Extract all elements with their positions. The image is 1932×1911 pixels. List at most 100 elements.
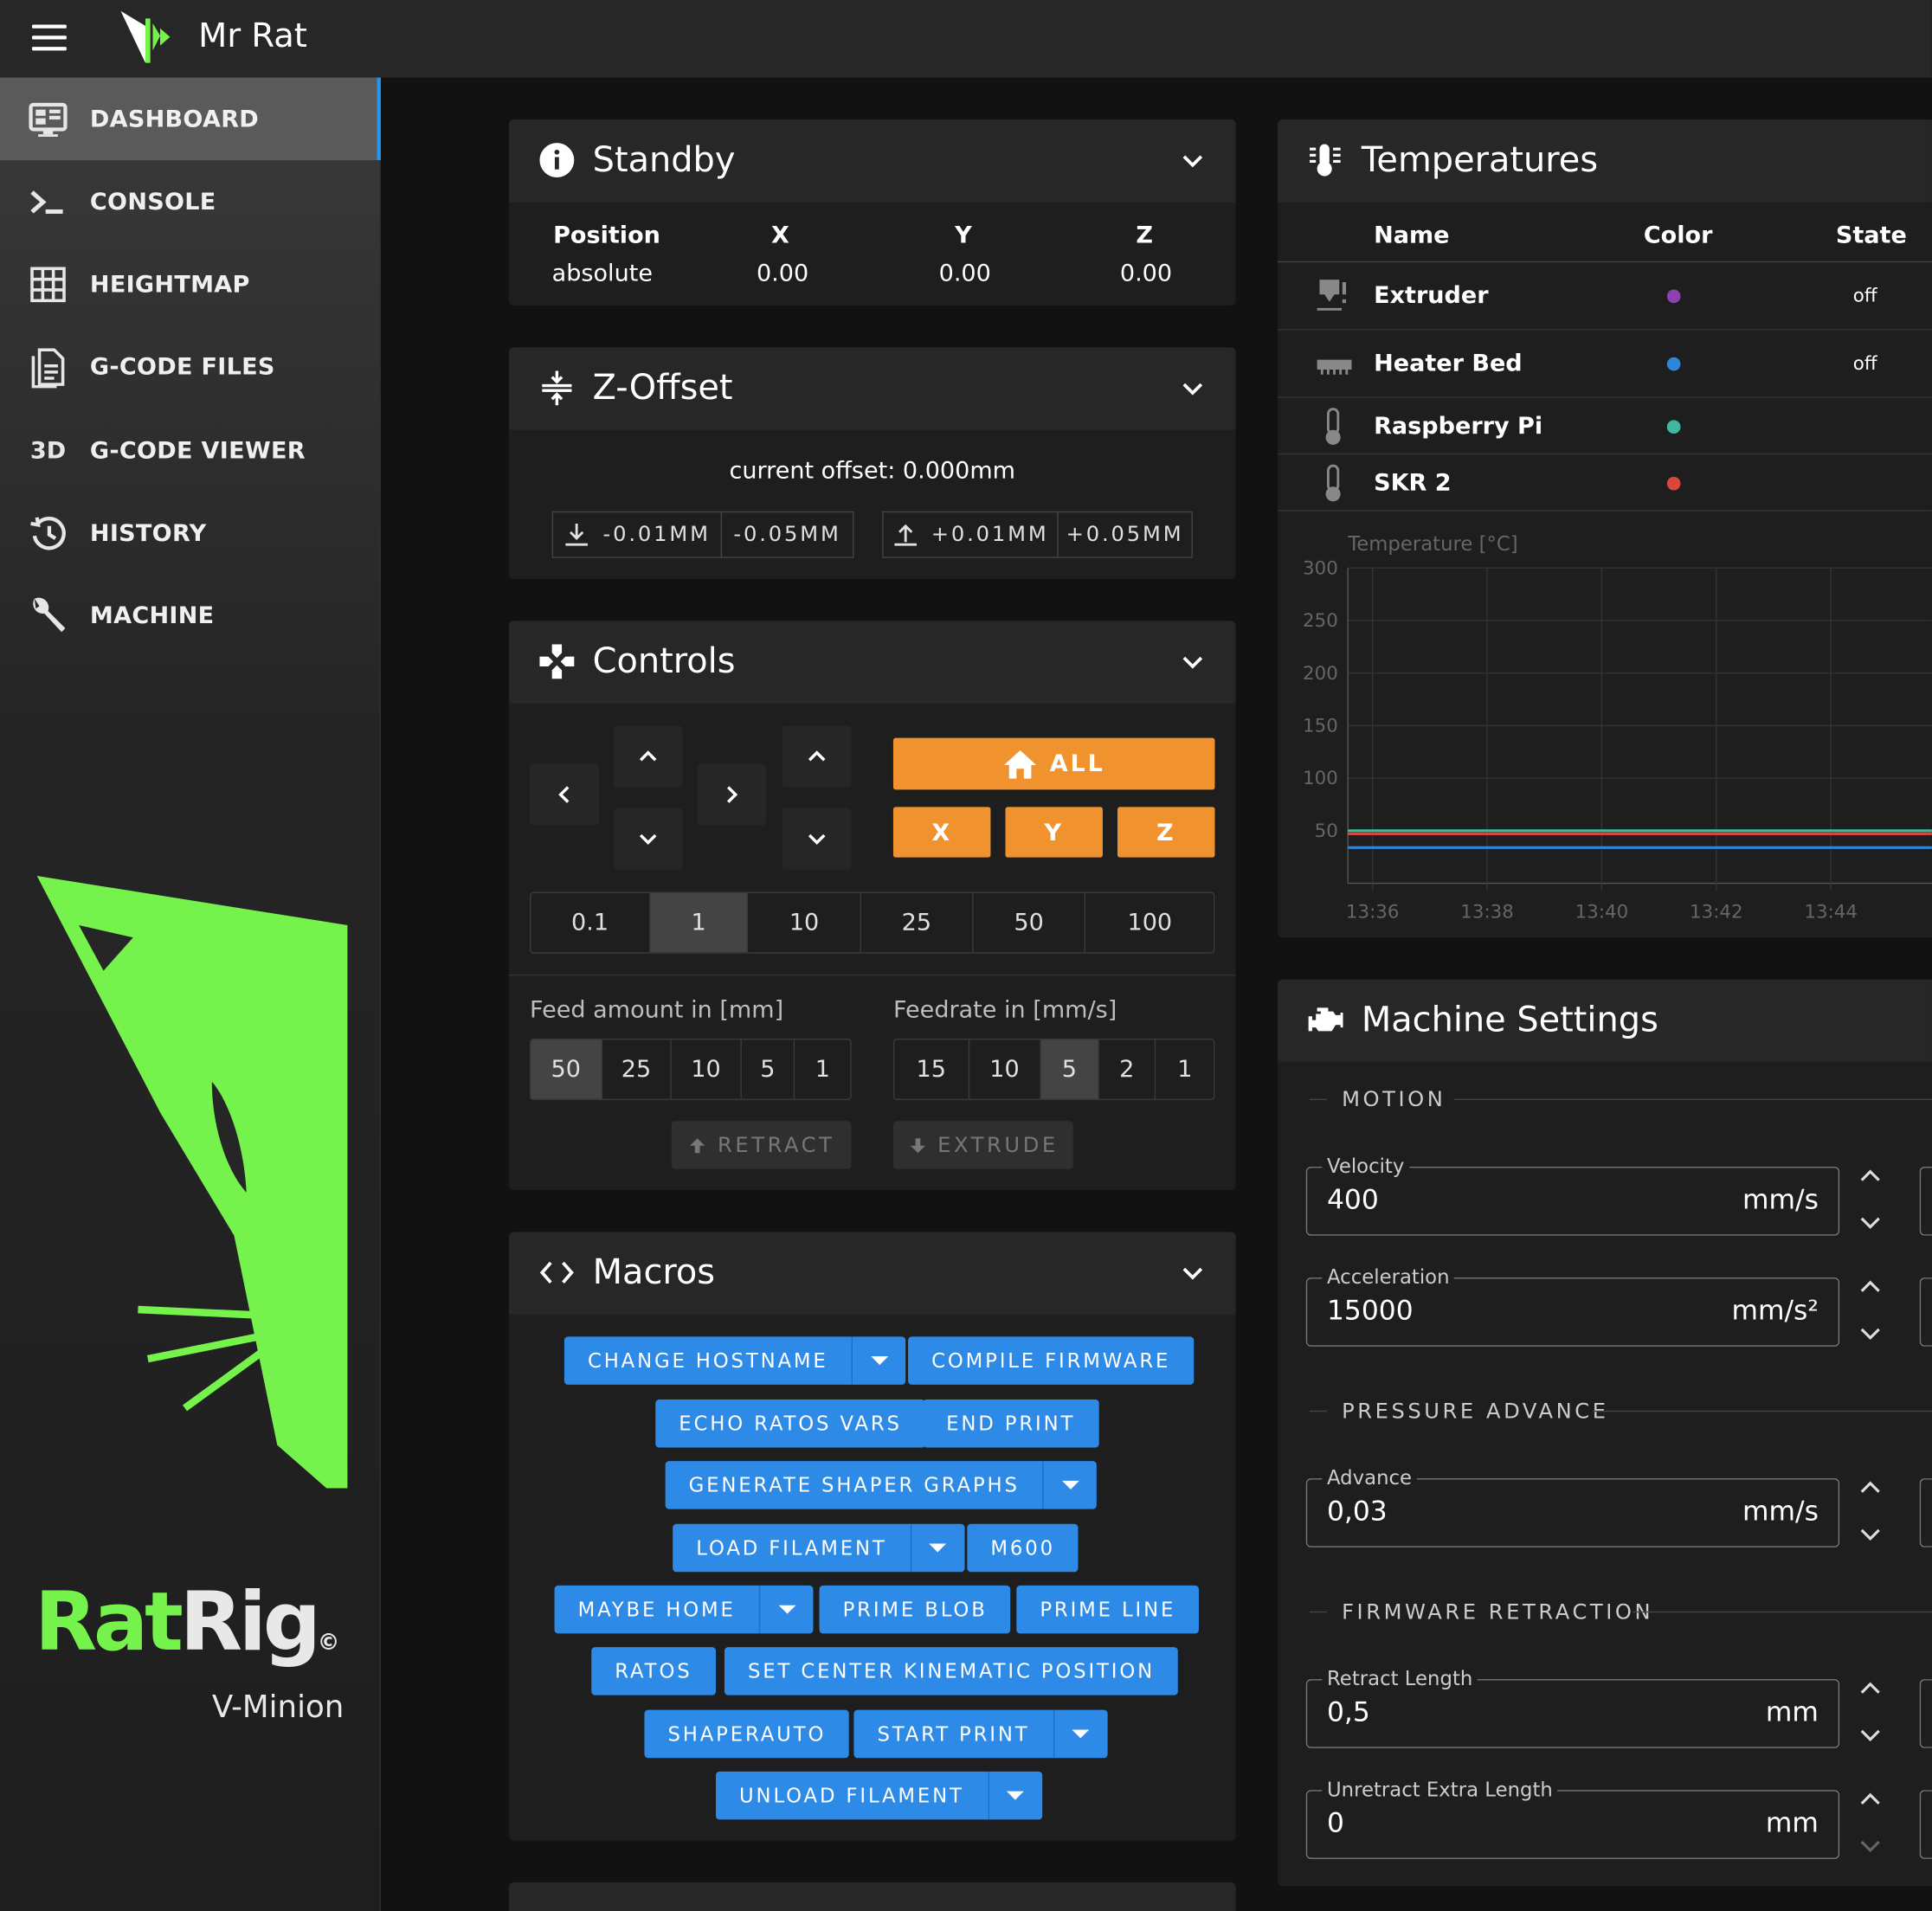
feedrate-option[interactable]: 15 [894,1039,969,1099]
reset-field[interactable] [1919,1166,1932,1236]
step-option[interactable]: 100 [1086,893,1214,952]
jog-y-minus-button[interactable] [613,808,683,870]
jog-z-minus-button[interactable] [782,808,852,870]
jog-x-minus-button[interactable] [530,763,599,826]
macro-button[interactable]: SHAPERAUTO [644,1709,850,1759]
z-up-small-button[interactable]: +0.01MM [882,511,1059,558]
feed-amount-option[interactable]: 5 [741,1039,795,1099]
chevron-up-icon[interactable] [1858,1167,1882,1184]
macro-button[interactable]: PRIME LINE [1016,1585,1200,1634]
jog-z-plus-button[interactable] [782,725,852,788]
chevron-up-icon[interactable] [1858,1679,1882,1696]
sidebar-item-dashboard[interactable]: DASHBOARD [0,77,381,161]
acceleration-field[interactable]: Acceleration 15000 mm/s² [1305,1264,1840,1347]
chevron-up-icon[interactable] [1858,1277,1882,1295]
home-x-button[interactable]: X [892,807,991,858]
unretract-extra-length-field[interactable]: Unretract Extra Length 0 mm [1305,1777,1840,1859]
feedrate-option[interactable]: 10 [969,1039,1041,1099]
chevron-down-icon[interactable] [1858,1728,1882,1745]
feedrate-option[interactable]: 1 [1156,1039,1214,1098]
step-option[interactable]: 50 [973,892,1086,953]
reset-field[interactable] [1919,1790,1932,1859]
sensor-name[interactable]: Raspberry Pi [1374,413,1542,440]
heater-name[interactable]: Heater Bed [1374,350,1523,376]
macro-button[interactable]: RATOS [591,1647,716,1695]
home-all-button[interactable]: ALL [892,737,1215,790]
feed-amount-option[interactable]: 1 [795,1039,851,1098]
chevron-down-icon[interactable] [1858,1214,1882,1232]
chevron-down-icon[interactable] [1179,1259,1206,1286]
extrude-button[interactable]: EXTRUDE [892,1121,1073,1169]
reset-field[interactable] [1919,1478,1932,1547]
velocity-field[interactable]: Velocity 400 mm/s [1305,1154,1840,1236]
sensor-color-swatch[interactable] [1666,476,1681,491]
feed-amount-option[interactable]: 25 [602,1039,672,1099]
macro-button[interactable]: GENERATE SHAPER GRAPHS [665,1461,1098,1509]
home-z-button[interactable]: Z [1117,807,1215,858]
heater-color-swatch[interactable] [1666,357,1681,371]
macro-dropdown[interactable] [1053,1709,1108,1759]
sidebar-item-console[interactable]: CONSOLE [0,160,381,242]
step-option[interactable]: 10 [749,892,862,953]
sidebar-item-gcode-files[interactable]: G-CODE FILES [0,325,381,408]
chevron-down-icon[interactable] [1858,1326,1882,1343]
macro-button[interactable]: PRIME BLOB [819,1585,1011,1634]
macro-button[interactable]: CHANGE HOSTNAME [564,1336,906,1385]
heater-color-swatch[interactable] [1666,289,1681,304]
chevron-down-icon[interactable] [1179,648,1206,675]
advance-value[interactable]: 0,03 [1327,1496,1388,1528]
chevron-down-icon[interactable] [1179,146,1206,173]
z-down-small-button[interactable]: -0.01MM [551,511,723,558]
chevron-up-icon[interactable] [1858,1478,1882,1496]
step-option-selected[interactable]: 1 [650,892,749,953]
sidebar-item-history[interactable]: HISTORY [0,492,381,574]
sidebar-item-gcode-viewer[interactable]: 3D G-CODE VIEWER [0,409,381,492]
retract-length-field[interactable]: Retract Length 0,5 mm [1305,1666,1840,1748]
macro-button[interactable]: COMPILE FIRMWARE [908,1336,1195,1385]
retract-length-value[interactable]: 0,5 [1327,1697,1370,1728]
sidebar-item-machine[interactable]: MACHINE [0,574,381,656]
macro-button[interactable]: MAYBE HOME [554,1585,814,1634]
sensor-color-swatch[interactable] [1666,420,1681,434]
advance-field[interactable]: Advance 0,03 mm/s [1305,1465,1840,1547]
macro-dropdown[interactable] [1042,1461,1098,1509]
menu-icon[interactable] [32,24,67,51]
feedrate-option[interactable]: 2 [1098,1039,1156,1099]
acceleration-value[interactable]: 15000 [1327,1296,1414,1327]
jog-x-plus-button[interactable] [697,763,767,826]
heater-name[interactable]: Extruder [1374,282,1488,309]
z-up-large-button[interactable]: +0.05MM [1057,511,1193,558]
macro-button[interactable]: SET CENTER KINEMATIC POSITION [724,1647,1179,1695]
macro-dropdown[interactable] [910,1523,965,1573]
sensor-name[interactable]: SKR 2 [1374,469,1451,496]
macro-dropdown[interactable] [851,1336,906,1385]
macro-button[interactable]: START PRINT [853,1709,1108,1759]
chevron-down-icon[interactable] [1858,1527,1882,1544]
step-option[interactable]: 0.1 [531,892,651,953]
home-y-button[interactable]: Y [1005,807,1103,858]
reset-field[interactable] [1919,1277,1932,1347]
macro-button[interactable]: M600 [967,1523,1079,1573]
velocity-value[interactable]: 400 [1327,1185,1379,1216]
jog-y-plus-button[interactable] [613,725,683,788]
feedrate-option-selected[interactable]: 5 [1040,1039,1099,1099]
step-option[interactable]: 25 [861,892,974,953]
temperature-chart[interactable]: Temperature [°C] 300 250 200 150 100 50 13:36 13… [1278,526,1932,933]
file-document-icon [31,347,65,388]
macro-button[interactable]: UNLOAD FILAMENT [715,1771,1042,1820]
chevron-down-icon[interactable] [1179,375,1206,402]
retract-button[interactable]: RETRACT [671,1121,852,1169]
chevron-down-icon[interactable] [1858,1838,1882,1856]
macro-button[interactable]: LOAD FILAMENT [673,1523,965,1573]
feed-amount-option[interactable]: 10 [672,1039,742,1099]
macro-dropdown[interactable] [987,1771,1042,1820]
macro-button[interactable]: ECHO RATOS VARS [655,1399,925,1448]
macro-button[interactable]: END PRINT [923,1399,1099,1448]
feed-amount-option-selected[interactable]: 50 [531,1039,602,1099]
chevron-up-icon[interactable] [1858,1790,1882,1807]
unretract-extra-length-value[interactable]: 0 [1327,1809,1344,1840]
sidebar-item-heightmap[interactable]: HEIGHTMAP [0,242,381,325]
macro-dropdown[interactable] [758,1585,814,1634]
reset-field[interactable] [1919,1679,1932,1748]
z-down-large-button[interactable]: -0.05MM [720,511,854,558]
